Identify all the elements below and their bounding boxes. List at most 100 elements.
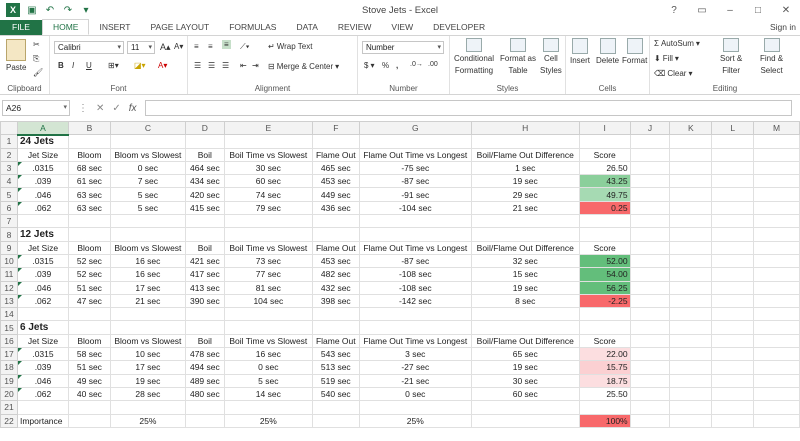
row-header-8[interactable]: 8 (0, 227, 18, 242)
cell-g15[interactable] (358, 320, 472, 335)
cell-j21[interactable] (629, 400, 671, 415)
tab-view[interactable]: VIEW (381, 20, 423, 35)
cell-i4[interactable]: 43.25 (578, 174, 631, 189)
cell-c15[interactable] (109, 320, 186, 335)
decrease-indent-icon[interactable]: ⇤ (240, 61, 247, 70)
cell-h14[interactable] (470, 307, 580, 322)
cell-d22[interactable] (184, 413, 225, 428)
help-icon[interactable]: ? (660, 0, 688, 20)
cell-e5[interactable]: 74 sec (223, 187, 313, 202)
cell-j7[interactable] (629, 214, 671, 229)
customize-qat-icon[interactable]: ▾ (80, 4, 92, 16)
cell-k2[interactable] (669, 147, 713, 162)
cell-j16[interactable] (629, 333, 671, 349)
font-size-dropdown[interactable]: 11 (127, 41, 155, 54)
grow-font-icon[interactable]: A▴ (160, 42, 171, 53)
cell-b5[interactable]: 63 sec (67, 187, 111, 202)
tab-data[interactable]: DATA (286, 20, 327, 35)
row-header-5[interactable]: 5 (0, 187, 18, 202)
cell-k1[interactable] (669, 134, 713, 149)
row-header-2[interactable]: 2 (0, 147, 18, 162)
cell-e20[interactable]: 14 sec (223, 386, 313, 402)
cell-j4[interactable] (629, 174, 671, 189)
redo-icon[interactable]: ↷ (62, 4, 74, 16)
cell-d10[interactable]: 421 sec (184, 253, 225, 269)
align-left-icon[interactable]: ☰ (194, 61, 201, 70)
cell-d16[interactable]: Boil (184, 333, 225, 349)
cell-a3[interactable]: .0315 (16, 160, 69, 176)
cell-b12[interactable]: 51 sec (67, 280, 111, 295)
enter-icon[interactable]: ✓ (112, 103, 120, 114)
cell-f2[interactable]: Flame Out (311, 147, 360, 162)
tab-formulas[interactable]: FORMULAS (219, 20, 286, 35)
more-icon[interactable]: ⋮ (78, 103, 88, 114)
orientation-icon[interactable]: ⟋▾ (240, 42, 250, 52)
cell-h19[interactable]: 30 sec (470, 373, 580, 388)
cell-k8[interactable] (669, 227, 713, 242)
cell-m8[interactable] (753, 227, 800, 242)
cell-m15[interactable] (753, 320, 800, 335)
bold-button[interactable]: B (58, 61, 64, 70)
cell-i6[interactable]: 0.25 (578, 200, 631, 216)
cell-k11[interactable] (669, 267, 713, 282)
cell-f12[interactable]: 432 sec (311, 280, 360, 295)
cell-i7[interactable] (578, 214, 631, 229)
cell-g3[interactable]: -75 sec (358, 160, 472, 176)
italic-button[interactable]: I (72, 61, 74, 70)
cell-e6[interactable]: 79 sec (223, 200, 313, 216)
fill-button[interactable]: ⬇ Fill ▾ (654, 54, 679, 63)
currency-button[interactable]: $ ▾ (364, 61, 374, 70)
cell-h22[interactable] (470, 413, 580, 428)
row-header-21[interactable]: 21 (0, 400, 18, 415)
tab-developer[interactable]: DEVELOPER (423, 20, 495, 35)
cancel-icon[interactable]: ✕ (96, 103, 104, 114)
cell-h7[interactable] (470, 214, 580, 229)
cell-k4[interactable] (669, 174, 713, 189)
cell-k9[interactable] (669, 240, 713, 255)
cell-l14[interactable] (711, 307, 755, 322)
merge-center-button[interactable]: ⊟ Merge & Center ▾ (268, 62, 339, 71)
cell-f22[interactable] (311, 413, 360, 428)
cell-h4[interactable]: 19 sec (470, 174, 580, 189)
maximize-icon[interactable]: □ (744, 0, 772, 20)
cell-j1[interactable] (629, 134, 671, 149)
cell-k22[interactable] (669, 413, 713, 428)
cell-f5[interactable]: 449 sec (311, 187, 360, 202)
align-center-icon[interactable]: ☰ (208, 61, 215, 70)
cell-f16[interactable]: Flame Out (311, 333, 360, 349)
cell-d19[interactable]: 489 sec (184, 373, 225, 388)
cell-d21[interactable] (184, 400, 225, 415)
column-header-d[interactable]: D (184, 121, 225, 136)
cell-f17[interactable]: 543 sec (311, 347, 360, 362)
cell-i8[interactable] (578, 227, 631, 242)
cell-g2[interactable]: Flame Out Time vs Longest (358, 147, 472, 162)
cell-i3[interactable]: 26.50 (578, 160, 631, 176)
cell-f15[interactable] (311, 320, 360, 335)
cell-k13[interactable] (669, 293, 713, 309)
cell-g13[interactable]: -142 sec (358, 293, 472, 309)
cell-styles-button[interactable]: Cell Styles (540, 38, 562, 76)
cell-b8[interactable] (67, 227, 111, 242)
cell-i5[interactable]: 49.75 (578, 187, 631, 202)
row-header-10[interactable]: 10 (0, 253, 18, 269)
cell-l12[interactable] (711, 280, 755, 295)
fill-color-icon[interactable]: ◪▾ (134, 61, 146, 70)
cell-f8[interactable] (311, 227, 360, 242)
cell-g9[interactable]: Flame Out Time vs Longest (358, 240, 472, 255)
cell-l8[interactable] (711, 227, 755, 242)
cell-i13[interactable]: -2.25 (578, 293, 631, 309)
cell-a20[interactable]: .062 (16, 386, 69, 402)
cell-i2[interactable]: Score (578, 147, 631, 162)
cell-f20[interactable]: 540 sec (311, 386, 360, 402)
cell-g14[interactable] (358, 307, 472, 322)
cell-e13[interactable]: 104 sec (223, 293, 313, 309)
tab-insert[interactable]: INSERT (89, 20, 140, 35)
cell-d6[interactable]: 415 sec (184, 200, 225, 216)
format-as-table-button[interactable]: Format as Table (500, 38, 536, 76)
cell-d8[interactable] (184, 227, 225, 242)
percent-button[interactable]: % (382, 61, 389, 70)
cell-k3[interactable] (669, 160, 713, 176)
row-header-16[interactable]: 16 (0, 333, 18, 349)
cell-a6[interactable]: .062 (16, 200, 69, 216)
cell-c21[interactable] (109, 400, 186, 415)
